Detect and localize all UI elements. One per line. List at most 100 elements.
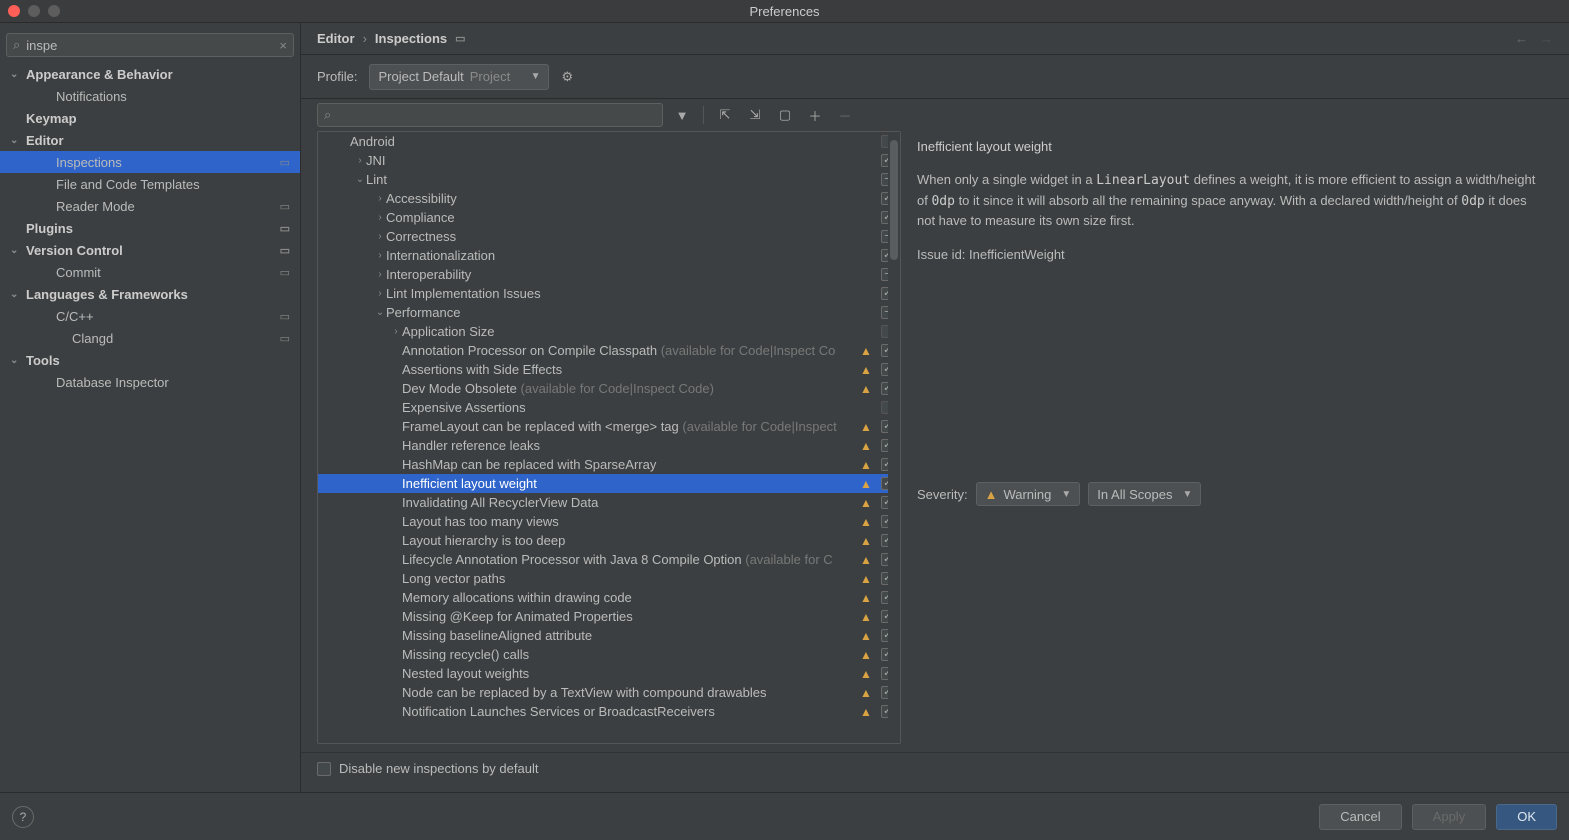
inspection-row[interactable]: Missing @Keep for Animated Properties ▲ — [318, 607, 900, 626]
inspection-row[interactable]: Expensive Assertions — [318, 398, 900, 417]
sidebar-item-label: Reader Mode — [56, 199, 280, 214]
breadcrumb-inspections: Inspections — [375, 31, 447, 46]
filter-icon[interactable]: ▼ — [671, 104, 693, 126]
inspection-row[interactable]: Android — [318, 132, 900, 151]
sidebar-item-label: Tools — [26, 353, 290, 368]
inspection-label: Layout has too many views — [402, 514, 855, 529]
profile-dropdown[interactable]: Project Default Project ▼ — [369, 64, 549, 90]
chevron-icon: ⌄ — [10, 245, 22, 256]
inspection-row[interactable]: Inefficient layout weight ▲ — [318, 474, 900, 493]
back-icon[interactable]: ← — [1515, 31, 1528, 46]
add-icon[interactable]: ＋ — [804, 104, 826, 126]
inspection-row[interactable]: Missing recycle() calls ▲ — [318, 645, 900, 664]
warning-icon: ▲ — [859, 363, 873, 377]
maximize-window-button[interactable] — [48, 5, 60, 17]
disable-new-checkbox[interactable] — [317, 762, 331, 776]
inspection-label: Inefficient layout weight — [402, 476, 855, 491]
inspection-row[interactable]: Annotation Processor on Compile Classpat… — [318, 341, 900, 360]
inspection-row[interactable]: ›Accessibility — [318, 189, 900, 208]
expand-all-icon[interactable]: ⇱ — [714, 104, 736, 126]
inspection-row[interactable]: Dev Mode Obsolete (available for Code|In… — [318, 379, 900, 398]
disable-new-label: Disable new inspections by default — [339, 761, 538, 776]
sidebar-item-keymap[interactable]: Keymap — [0, 107, 300, 129]
inspection-row[interactable]: ›JNI — [318, 151, 900, 170]
sidebar-item-clangd[interactable]: Clangd▭ — [0, 327, 300, 349]
sidebar-item-file-and-code-templates[interactable]: File and Code Templates — [0, 173, 300, 195]
inspection-row[interactable]: Node can be replaced by a TextView with … — [318, 683, 900, 702]
sidebar-item-editor[interactable]: ⌄Editor — [0, 129, 300, 151]
inspection-row[interactable]: ›Compliance — [318, 208, 900, 227]
sidebar-search-input[interactable] — [26, 38, 279, 53]
inspection-row[interactable]: ›Internationalization — [318, 246, 900, 265]
sidebar-item-label: Database Inspector — [56, 375, 290, 390]
help-icon[interactable]: ? — [12, 806, 34, 828]
scrollbar-thumb[interactable] — [890, 140, 898, 260]
gear-icon[interactable]: ⚙ — [561, 69, 573, 85]
sidebar-item-inspections[interactable]: Inspections▭ — [0, 151, 300, 173]
chevron-icon: › — [374, 231, 386, 242]
chevron-icon: › — [374, 250, 386, 261]
inspection-row[interactable]: Layout hierarchy is too deep ▲ — [318, 531, 900, 550]
sidebar-item-label: Commit — [56, 265, 280, 280]
inspection-row[interactable]: ›Application Size — [318, 322, 900, 341]
caret-down-icon: ▼ — [1182, 489, 1192, 500]
sidebar-item-tools[interactable]: ⌄Tools — [0, 349, 300, 371]
scrollbar[interactable] — [888, 132, 900, 743]
sidebar-item-notifications[interactable]: Notifications — [0, 85, 300, 107]
inspection-row[interactable]: ›Lint Implementation Issues — [318, 284, 900, 303]
inspection-row[interactable]: Long vector paths ▲ — [318, 569, 900, 588]
inspection-row[interactable]: Nested layout weights ▲ — [318, 664, 900, 683]
inspection-label: Dev Mode Obsolete (available for Code|In… — [402, 381, 855, 396]
inspection-row[interactable]: HashMap can be replaced with SparseArray… — [318, 455, 900, 474]
cancel-button[interactable]: Cancel — [1319, 804, 1401, 830]
inspection-label: Layout hierarchy is too deep — [402, 533, 855, 548]
project-indicator-icon: ▭ — [280, 310, 290, 323]
inspection-row[interactable]: ⌄Performance — [318, 303, 900, 322]
inspection-tree[interactable]: Android ›JNI ⌄Lint ›Accessibility ›Compl… — [317, 131, 901, 744]
warning-icon: ▲ — [859, 439, 873, 453]
inspection-search[interactable]: ⌕ — [317, 103, 663, 127]
apply-button[interactable]: Apply — [1412, 804, 1487, 830]
inspection-row[interactable]: Notification Launches Services or Broadc… — [318, 702, 900, 721]
description-title: Inefficient layout weight — [917, 139, 1545, 154]
sidebar-item-database-inspector[interactable]: Database Inspector — [0, 371, 300, 393]
inspection-row[interactable]: Lifecycle Annotation Processor with Java… — [318, 550, 900, 569]
inspection-row[interactable]: Invalidating All RecyclerView Data ▲ — [318, 493, 900, 512]
warning-icon: ▲ — [859, 610, 873, 624]
severity-dropdown[interactable]: ▲ Warning ▼ — [976, 482, 1081, 506]
inspection-row[interactable]: Memory allocations within drawing code ▲ — [318, 588, 900, 607]
inspection-row[interactable]: Assertions with Side Effects ▲ — [318, 360, 900, 379]
scope-dropdown[interactable]: In All Scopes ▼ — [1088, 482, 1201, 506]
sidebar-item-c-c-[interactable]: C/C++▭ — [0, 305, 300, 327]
warning-icon: ▲ — [859, 458, 873, 472]
forward-icon[interactable]: → — [1540, 31, 1553, 46]
ok-button[interactable]: OK — [1496, 804, 1557, 830]
reset-icon[interactable]: ▢ — [774, 104, 796, 126]
minimize-window-button[interactable] — [28, 5, 40, 17]
sidebar-item-reader-mode[interactable]: Reader Mode▭ — [0, 195, 300, 217]
sidebar-item-version-control[interactable]: ⌄Version Control▭ — [0, 239, 300, 261]
close-window-button[interactable] — [8, 5, 20, 17]
warning-icon: ▲ — [859, 477, 873, 491]
sidebar-item-appearance-behavior[interactable]: ⌄Appearance & Behavior — [0, 63, 300, 85]
collapse-all-icon[interactable]: ⇲ — [744, 104, 766, 126]
warning-icon: ▲ — [859, 705, 873, 719]
inspection-row[interactable]: Layout has too many views ▲ — [318, 512, 900, 531]
inspection-row[interactable]: FrameLayout can be replaced with <merge>… — [318, 417, 900, 436]
inspection-label: Missing recycle() calls — [402, 647, 855, 662]
inspection-row[interactable]: Missing baselineAligned attribute ▲ — [318, 626, 900, 645]
profile-row: Profile: Project Default Project ▼ ⚙ — [301, 55, 1569, 99]
clear-search-icon[interactable]: × — [279, 38, 287, 53]
sidebar-item-plugins[interactable]: Plugins▭ — [0, 217, 300, 239]
inspection-row[interactable]: ›Interoperability — [318, 265, 900, 284]
chevron-icon: ⌄ — [10, 289, 22, 300]
sidebar-search[interactable]: ⌕ × — [6, 33, 294, 57]
inspection-row[interactable]: ⌄Lint — [318, 170, 900, 189]
inspection-row[interactable]: Handler reference leaks ▲ — [318, 436, 900, 455]
remove-icon[interactable]: － — [834, 104, 856, 126]
sidebar-item-commit[interactable]: Commit▭ — [0, 261, 300, 283]
inspection-label: Notification Launches Services or Broadc… — [402, 704, 855, 719]
inspection-row[interactable]: ›Correctness — [318, 227, 900, 246]
window-title: Preferences — [749, 4, 819, 19]
sidebar-item-languages-frameworks[interactable]: ⌄Languages & Frameworks — [0, 283, 300, 305]
